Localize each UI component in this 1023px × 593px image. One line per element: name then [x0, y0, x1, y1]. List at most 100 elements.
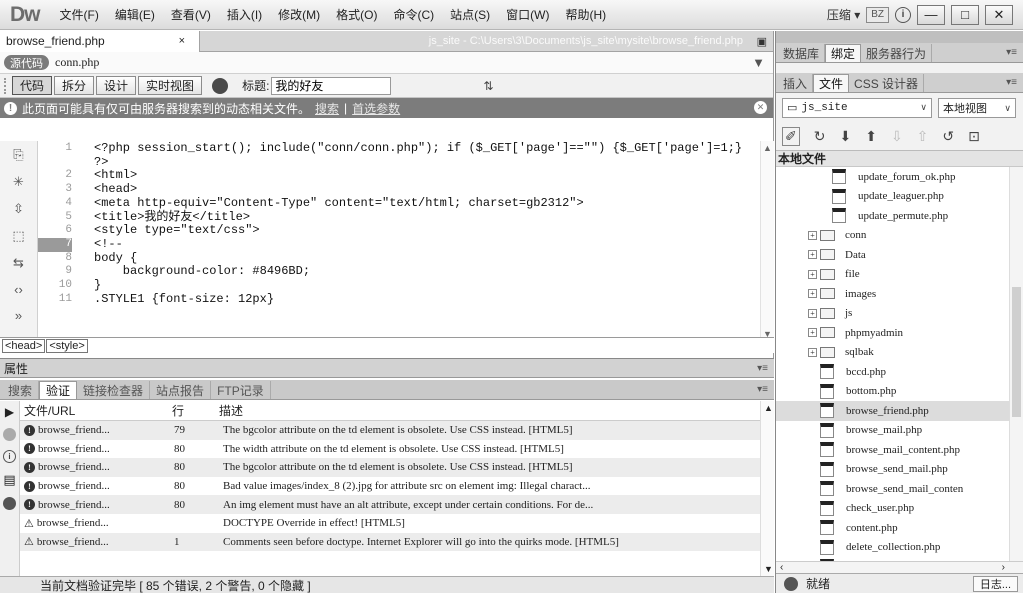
tree-file[interactable]: update_leaguer.php [776, 187, 1023, 207]
panel-collapse-strip[interactable] [776, 31, 1023, 43]
split-view-button[interactable]: 拆分 [54, 76, 95, 95]
menu-item[interactable]: 修改(M) [270, 6, 328, 23]
expand-icon[interactable]: + [808, 269, 817, 279]
live-view-button[interactable]: 实时视图 [138, 76, 203, 95]
code-line[interactable]: <?php session_start(); include("conn/con… [94, 141, 760, 156]
tree-file[interactable]: browse_send_mail_conten [776, 479, 1023, 499]
menu-item[interactable]: 命令(C) [385, 6, 442, 23]
tree-scrollbar[interactable] [1009, 167, 1023, 561]
tree-folder[interactable]: + conn [776, 226, 1023, 246]
code-line[interactable]: <head> [94, 182, 760, 197]
menu-item[interactable]: 窗口(W) [498, 6, 557, 23]
results-tab[interactable]: 搜索 [2, 381, 40, 399]
tree-folder[interactable]: + js [776, 304, 1023, 324]
column-description[interactable]: 描述 [219, 402, 760, 419]
tree-file[interactable]: browse_friend.php [776, 401, 1023, 421]
tree-folder[interactable]: + file [776, 265, 1023, 285]
code-editor[interactable]: ⎘ ✳ ⇳ ⬚ ⇆ ‹› » 1 2 3 4 5 6 7 8 9 10 11 <?php sess… [0, 141, 774, 341]
expand-icon[interactable]: + [808, 250, 817, 260]
code-line[interactable]: <html> [94, 169, 760, 183]
menu-item[interactable]: 帮助(H) [557, 6, 614, 23]
view-dropdown[interactable]: 本地视图 ∨ [938, 98, 1016, 118]
sort-icon[interactable]: ⇅ [483, 79, 493, 93]
open-documents-icon[interactable]: ⎘ [13, 147, 23, 163]
sync-icon[interactable]: ↺ [942, 128, 954, 145]
server-tab[interactable]: 绑定 [825, 44, 862, 62]
log-button[interactable]: 日志... [972, 575, 1018, 592]
expand-icon[interactable]: + [808, 308, 817, 318]
tree-file[interactable]: browse_send_mail.php [776, 460, 1023, 480]
info-icon[interactable]: i [895, 6, 911, 23]
code-line[interactable]: <meta http-equiv="Content-Type" content=… [94, 196, 760, 211]
server-tab[interactable]: 数据库 [778, 44, 826, 62]
wrap-tag-icon[interactable]: ‹› [14, 282, 23, 297]
sync-settings-button[interactable]: BZ [866, 6, 889, 23]
tree-file[interactable]: browse_mail_content.php [776, 440, 1023, 460]
save-report-icon[interactable]: ▤ [3, 472, 15, 488]
title-input[interactable] [271, 76, 392, 95]
menu-item[interactable]: 查看(V) [163, 6, 219, 23]
scroll-right-icon[interactable]: › [1002, 562, 1005, 573]
result-row[interactable]: ! browse_friend... 80 An img element must h… [20, 495, 760, 514]
result-row[interactable]: ⚠ browse_friend... DOCTYPE Override in eff… [20, 514, 760, 533]
code-line[interactable]: <style type="text/css"> [94, 224, 760, 238]
expand-icon[interactable]: + [808, 328, 817, 338]
results-tab[interactable]: FTP记录 [211, 381, 271, 399]
tree-file[interactable]: bottom.php [776, 382, 1023, 402]
scroll-up-icon[interactable]: ▲ [763, 143, 772, 153]
tag-selector-item[interactable]: <style> [46, 338, 88, 353]
check-in-icon[interactable]: ⇧ [917, 128, 929, 145]
code-line[interactable]: .STYLE1 {font-size: 12px} [94, 292, 760, 307]
menu-item[interactable]: 站点(S) [442, 6, 498, 23]
tree-file[interactable]: check_user.php [776, 499, 1023, 519]
browse-report-icon[interactable] [3, 497, 16, 510]
expand-icon[interactable]: + [808, 230, 817, 240]
tree-folder[interactable]: + images [776, 284, 1023, 304]
connect-icon[interactable]: ✐ [782, 127, 800, 146]
files-tab[interactable]: CSS 设计器 [849, 74, 925, 92]
search-link[interactable]: 搜索 [315, 100, 339, 117]
tree-file[interactable]: update_permute.php [776, 206, 1023, 226]
results-tab[interactable]: 站点报告 [150, 381, 212, 399]
files-tab[interactable]: 插入 [778, 74, 814, 92]
results-tab[interactable]: 验证 [39, 381, 78, 399]
design-view-button[interactable]: 设计 [96, 76, 137, 95]
results-tab[interactable]: 链接检查器 [77, 381, 151, 399]
menu-item[interactable]: 文件(F) [52, 6, 107, 23]
close-info-icon[interactable]: ✕ [754, 101, 767, 114]
expand-icon[interactable]: + [808, 347, 817, 357]
column-file-url[interactable]: 文件/URL [20, 402, 172, 419]
more-tools-icon[interactable]: » [15, 308, 22, 323]
site-dropdown[interactable]: ▭ js_site ∨ [782, 98, 932, 118]
tree-file[interactable]: delete_collection.php [776, 538, 1023, 558]
code-line[interactable]: <title>我的好友</title> [94, 210, 760, 225]
select-parent-tag-icon[interactable]: ⬚ [12, 228, 24, 244]
scroll-down-icon[interactable]: ▼ [764, 564, 773, 574]
refresh-icon[interactable]: ↻ [814, 128, 826, 145]
code-line[interactable]: body { [94, 251, 760, 266]
get-files-icon[interactable]: ⬇ [839, 128, 851, 145]
tag-selector-item[interactable]: <head> [2, 338, 46, 353]
put-files-icon[interactable]: ⬆ [865, 128, 877, 145]
collapse-tag-icon[interactable]: ✳ [13, 174, 24, 190]
source-code-button[interactable]: 源代码 [4, 55, 49, 70]
scroll-thumb[interactable] [1012, 287, 1021, 417]
code-line[interactable]: <!-- [94, 237, 760, 252]
code-line[interactable]: background-color: #8496BD; [94, 265, 760, 279]
result-row[interactable]: ! browse_friend... 80 The bgcolor attribute… [20, 458, 760, 477]
filter-icon[interactable]: ▼ [752, 55, 765, 70]
menu-item[interactable]: 编辑(E) [107, 6, 163, 23]
restore-document-icon[interactable]: ▣ [757, 35, 767, 48]
panel-menu-icon[interactable]: ▾≡ [757, 363, 768, 374]
results-menu-icon[interactable]: ▾≡ [757, 384, 768, 395]
tree-file[interactable]: browse_mail.php [776, 421, 1023, 441]
more-info-icon[interactable]: i [3, 450, 16, 463]
close-button[interactable]: ✕ [985, 4, 1013, 25]
tree-folder[interactable]: + phpmyadmin [776, 323, 1023, 343]
properties-panel-header[interactable]: 属性 ▾≡ [0, 358, 774, 378]
browser-preview-icon[interactable] [212, 77, 229, 94]
result-row[interactable]: ! browse_friend... 80 Bad value images/inde… [20, 477, 760, 496]
menu-item[interactable]: 插入(I) [219, 6, 270, 23]
related-file-conn[interactable]: conn.php [55, 55, 99, 70]
menu-item[interactable]: 格式(O) [328, 6, 385, 23]
